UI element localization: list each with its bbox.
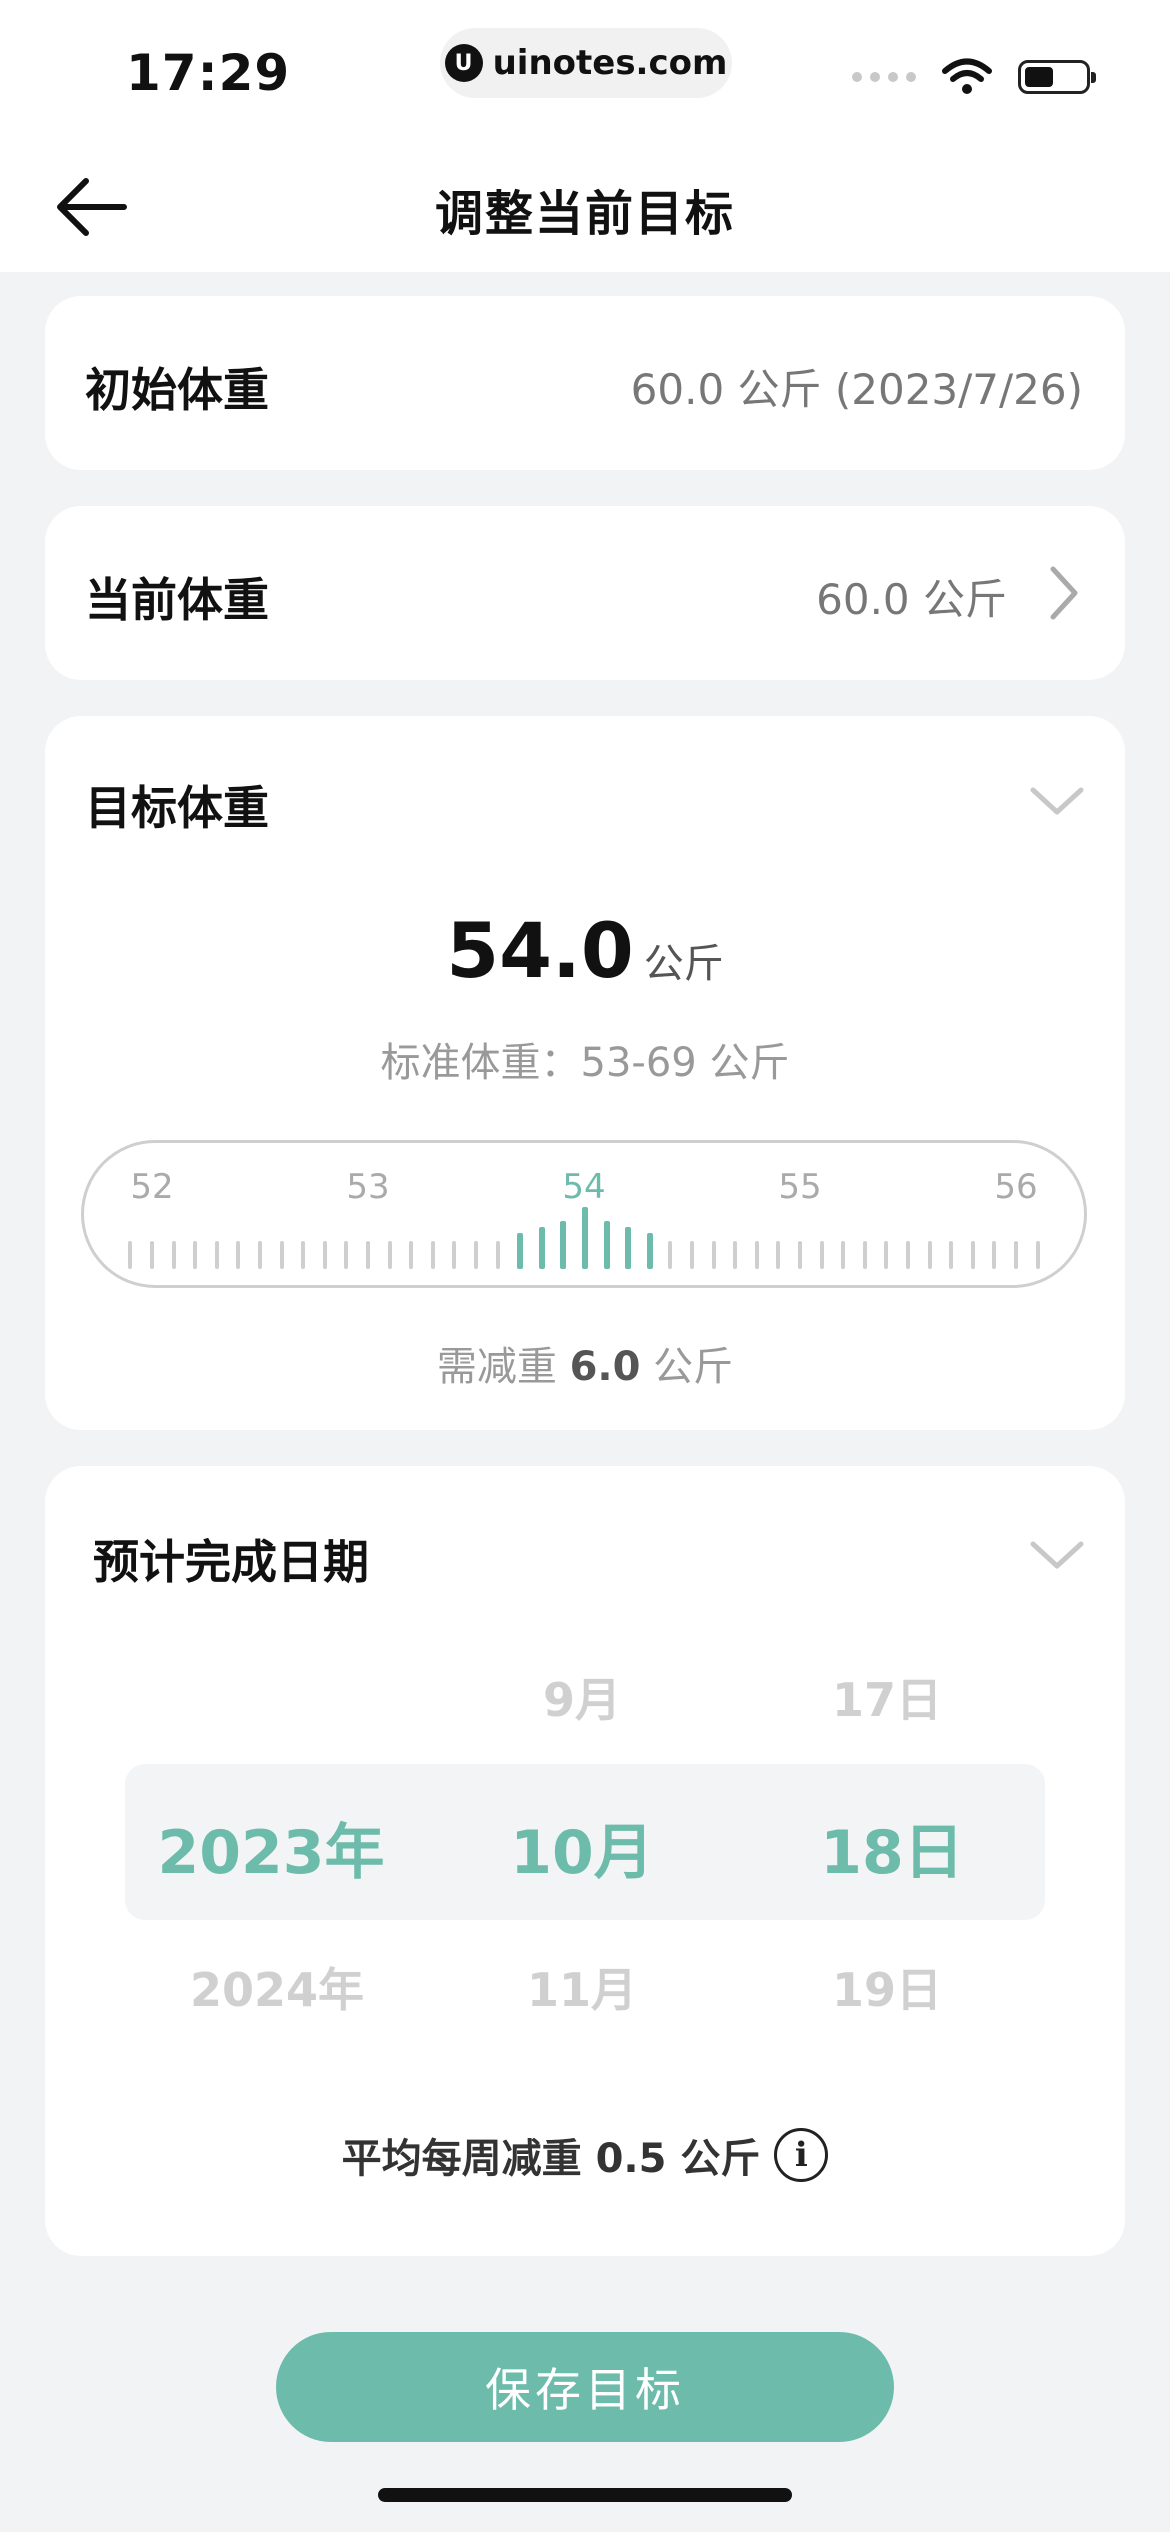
top-bar: 17:29 U uinotes.com 调整当前目标 xyxy=(0,0,1170,272)
weekly-average-text: 平均每周减重 0.5 公斤 xyxy=(341,2136,761,2182)
completion-date-label: 预计完成日期 xyxy=(93,1535,369,1589)
ruler-tick xyxy=(754,1241,759,1269)
url-text: uinotes.com xyxy=(492,43,728,83)
ruler-tick xyxy=(452,1241,457,1269)
year-next[interactable]: 2024年 xyxy=(190,1954,364,2020)
ruler-tick xyxy=(171,1241,176,1269)
day-prev[interactable]: 17日 xyxy=(832,1664,942,1730)
ruler-tick xyxy=(668,1241,673,1269)
status-time: 17:29 xyxy=(126,44,291,102)
chevron-right-icon[interactable] xyxy=(1047,565,1081,621)
ruler-tick xyxy=(128,1241,133,1269)
ruler-tick xyxy=(150,1241,154,1269)
weight-ruler-slider[interactable]: 52 53 54 55 56 xyxy=(81,1140,1087,1288)
ruler-label: 54 xyxy=(562,1167,606,1207)
ruler-tick xyxy=(776,1241,781,1269)
weight-to-lose-text: 需减重 6.0 公斤 xyxy=(45,1334,1125,1392)
ruler-tick xyxy=(906,1241,910,1269)
ruler-tick xyxy=(841,1241,846,1269)
ruler-tick xyxy=(366,1241,370,1269)
ruler-tick xyxy=(495,1241,500,1269)
ruler-tick xyxy=(560,1221,567,1269)
ruler-tick xyxy=(236,1241,241,1269)
ruler-tick xyxy=(884,1241,889,1269)
ruler-tick xyxy=(301,1241,306,1269)
ruler-tick xyxy=(646,1233,653,1269)
target-weight-display: 54.0 公斤 xyxy=(45,906,1125,995)
completion-date-card: 预计完成日期 9月 17日 2023年 10月 18日 2024年 11月 19… xyxy=(45,1466,1125,2256)
month-prev[interactable]: 9月 xyxy=(543,1664,621,1730)
ruler-tick xyxy=(711,1241,716,1269)
ruler-tick xyxy=(517,1233,524,1269)
year-selected[interactable]: 2023年 xyxy=(158,1804,385,1891)
page-title: 调整当前目标 xyxy=(434,186,735,242)
chevron-down-icon[interactable] xyxy=(1029,784,1085,818)
ruler-tick xyxy=(279,1241,284,1269)
day-selected[interactable]: 18日 xyxy=(820,1804,964,1891)
target-weight-label: 目标体重 xyxy=(85,781,269,835)
info-icon[interactable]: i xyxy=(774,2128,829,2182)
ruler-tick xyxy=(344,1241,349,1269)
save-target-button[interactable]: 保存目标 xyxy=(276,2332,894,2442)
ruler-tick xyxy=(474,1241,478,1269)
ruler-tick xyxy=(603,1221,610,1269)
target-weight-unit: 公斤 xyxy=(643,941,724,987)
ruler-tick xyxy=(258,1241,262,1269)
ruler-label: 56 xyxy=(994,1167,1038,1207)
initial-weight-label: 初始体重 xyxy=(85,363,269,417)
ruler-tick xyxy=(1014,1241,1018,1269)
wifi-icon xyxy=(942,58,992,94)
ruler-label: 53 xyxy=(346,1167,390,1207)
ruler-label: 55 xyxy=(778,1167,822,1207)
ruler-tick xyxy=(582,1207,588,1269)
standard-weight-text: 标准体重：53-69 公斤 xyxy=(380,1040,790,1086)
month-selected[interactable]: 10月 xyxy=(510,1804,654,1891)
status-icons xyxy=(852,58,1096,96)
weekly-average-row: 平均每周减重 0.5 公斤 i xyxy=(45,2126,1125,2184)
day-next[interactable]: 19日 xyxy=(832,1954,942,2020)
battery-icon xyxy=(1018,60,1096,94)
ruler-tick xyxy=(949,1241,954,1269)
ruler-tick xyxy=(193,1241,198,1269)
target-weight-card: 目标体重 54.0 公斤 标准体重：53-69 公斤 52 53 54 55 56 需减重… xyxy=(45,716,1125,1430)
need-unit: 公斤 xyxy=(653,1344,734,1390)
ruler-tick xyxy=(819,1241,824,1269)
current-weight-value: 60.0 公斤 xyxy=(816,575,1007,624)
current-weight-card[interactable]: 当前体重 60.0 公斤 xyxy=(45,506,1125,680)
ruler-tick xyxy=(430,1241,435,1269)
ruler-tick xyxy=(538,1227,545,1269)
ruler-tick xyxy=(798,1241,802,1269)
need-value: 6.0 xyxy=(569,1344,641,1390)
chevron-down-icon[interactable] xyxy=(1029,1538,1085,1572)
initial-weight-value: 60.0 公斤 (2023/7/26) xyxy=(630,365,1083,414)
home-indicator xyxy=(378,2488,792,2502)
ruler-tick xyxy=(625,1227,632,1269)
ruler-tick xyxy=(322,1241,327,1269)
ruler-label: 52 xyxy=(130,1167,174,1207)
ruler-tick xyxy=(690,1241,694,1269)
site-logo-icon: U xyxy=(444,44,483,82)
ruler-tick xyxy=(1035,1241,1040,1269)
cellular-signal-icon xyxy=(852,72,916,82)
url-pill[interactable]: U uinotes.com xyxy=(440,28,732,98)
current-weight-label: 当前体重 xyxy=(85,573,269,627)
ruler-tick xyxy=(862,1241,867,1269)
ruler-tick xyxy=(992,1241,997,1269)
ruler-tick xyxy=(970,1241,975,1269)
month-next[interactable]: 11月 xyxy=(527,1954,637,2020)
ruler-tick xyxy=(927,1241,932,1269)
ruler-tick xyxy=(214,1241,219,1269)
ruler-tick xyxy=(409,1241,414,1269)
target-weight-value: 54.0 xyxy=(446,906,634,995)
need-prefix: 需减重 xyxy=(436,1344,557,1390)
ruler-tick xyxy=(387,1241,392,1269)
initial-weight-card: 初始体重 60.0 公斤 (2023/7/26) xyxy=(45,296,1125,470)
ruler-tick xyxy=(733,1241,738,1269)
